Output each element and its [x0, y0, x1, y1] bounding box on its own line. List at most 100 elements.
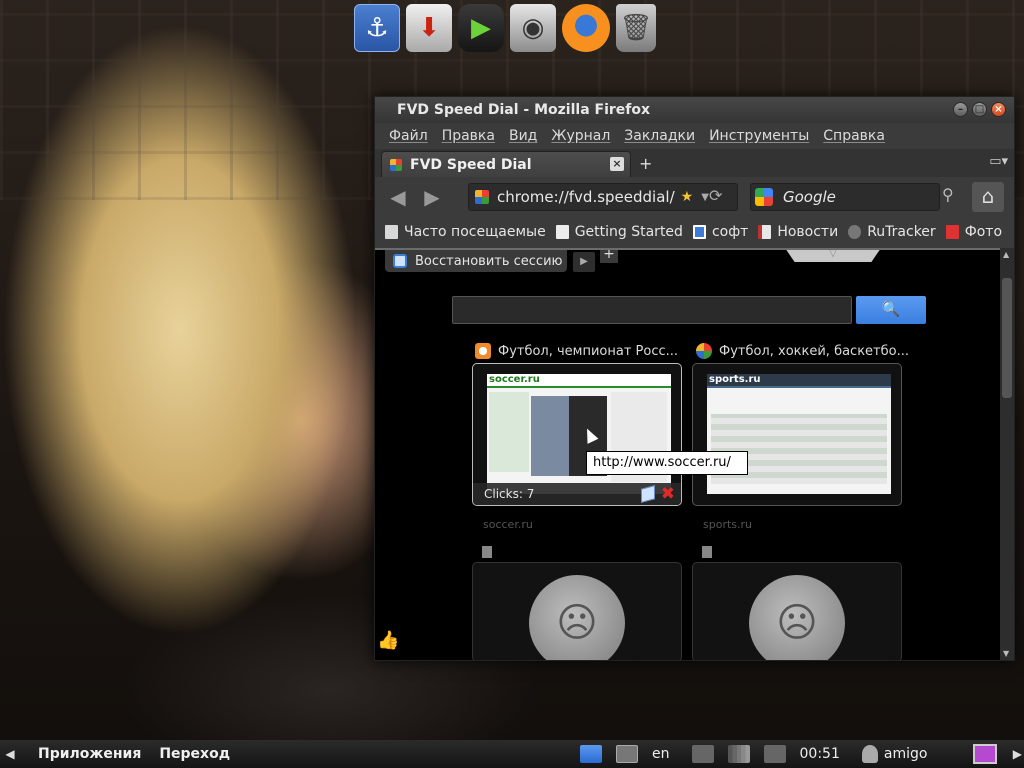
play-icon[interactable]: ▶: [458, 4, 504, 52]
mail-icon[interactable]: [691, 745, 714, 763]
speeddial-search-input[interactable]: [452, 296, 852, 324]
search-bar[interactable]: Google: [750, 183, 940, 211]
menu-history[interactable]: Журнал: [551, 128, 610, 144]
google-engine-icon[interactable]: [755, 188, 773, 206]
goto-menu[interactable]: Переход: [159, 746, 230, 762]
monitor-icon[interactable]: [973, 744, 998, 764]
empty-dial-4[interactable]: ☹: [692, 562, 902, 660]
panel-right-arrow-icon[interactable]: ▶: [1007, 743, 1024, 765]
scroll-thumb[interactable]: [1002, 278, 1012, 398]
window-title: FVD Speed Dial - Mozilla Firefox: [397, 102, 651, 118]
bookmark-soft[interactable]: софт: [692, 224, 748, 240]
dial-url-1: soccer.ru: [483, 518, 533, 531]
speed-dial-page: Восстановить сессию ▶ + ▽ 🔍 Футбол, чемп…: [375, 248, 1000, 660]
dial-title-1[interactable]: Футбол, чемпионат Росс...: [475, 343, 678, 359]
bookmark-label: RuTracker: [867, 224, 936, 240]
forward-button[interactable]: ▶: [415, 183, 449, 211]
reload-icon[interactable]: ⟳: [709, 186, 722, 205]
trash-icon[interactable]: 🗑: [616, 4, 656, 52]
restore-session-button[interactable]: Восстановить сессию: [385, 250, 567, 272]
rutracker-icon: [848, 225, 862, 239]
dial-title-2[interactable]: Футбол, хоккей, баскетбо...: [696, 343, 909, 359]
keyboard-icon[interactable]: [616, 745, 638, 763]
volume-icon[interactable]: [763, 745, 786, 763]
title-bar[interactable]: FVD Speed Dial - Mozilla Firefox – □ ×: [375, 97, 1014, 123]
clock[interactable]: 00:51: [800, 746, 840, 762]
news-icon: [758, 225, 772, 239]
menu-help[interactable]: Справка: [823, 128, 885, 144]
empty-dial-3[interactable]: ☹: [472, 562, 682, 660]
delete-icon[interactable]: ✖: [661, 486, 675, 503]
network-icon[interactable]: [727, 745, 750, 763]
top-panel-toggle[interactable]: ▽: [785, 250, 881, 262]
bookmark-label: Часто посещаемые: [404, 224, 546, 240]
sad-face-icon: ☹: [749, 575, 845, 660]
tab-close-icon[interactable]: ×: [610, 157, 624, 171]
bookmark-rutracker[interactable]: RuTracker: [848, 224, 936, 240]
window-controls: – □ ×: [953, 102, 1006, 117]
file-manager-icon[interactable]: [580, 745, 602, 763]
bookmark-label: Новости: [777, 224, 839, 240]
dial-sports[interactable]: sports.ru: [692, 363, 902, 506]
soft-site-icon: [692, 225, 706, 239]
minimize-button[interactable]: –: [953, 102, 968, 117]
bookmarks-toolbar: Часто посещаемые Getting Started софт Но…: [375, 217, 1014, 247]
panel-left-arrow-icon[interactable]: ◀: [0, 743, 20, 765]
search-placeholder: Google: [783, 188, 836, 206]
menu-bookmarks[interactable]: Закладки: [624, 128, 695, 144]
url-bar[interactable]: chrome://fvd.speeddial/ ★ ▼: [468, 183, 738, 211]
tab-speed-dial[interactable]: FVD Speed Dial ×: [381, 151, 631, 177]
user-icon: [861, 745, 878, 763]
tab-list-button[interactable]: ▭▾: [989, 154, 1008, 169]
add-dial-button[interactable]: +: [600, 250, 618, 263]
tab-bar: FVD Speed Dial × + ▭▾: [375, 149, 1014, 177]
menu-bar: Файл Правка Вид Журнал Закладки Инструме…: [375, 123, 1014, 149]
page-scrollbar[interactable]: ▲ ▼: [1000, 248, 1014, 660]
url-dropdown-icon[interactable]: ▼: [701, 192, 709, 203]
download-icon[interactable]: ⬇: [406, 4, 452, 52]
folder-icon: [385, 225, 398, 239]
speeddial-favicon-icon: [390, 158, 402, 171]
keyboard-layout[interactable]: en: [652, 746, 670, 762]
bookmark-news[interactable]: Новости: [758, 224, 838, 240]
thumbs-up-icon[interactable]: 👍: [377, 630, 399, 651]
sports-thumbnail: sports.ru: [707, 374, 891, 494]
soccer-thumbnail: soccer.ru: [487, 374, 671, 494]
scroll-down-icon[interactable]: ▼: [1003, 649, 1009, 658]
back-button[interactable]: ◀: [381, 183, 415, 211]
bookmark-label: Фото: [964, 224, 1003, 240]
anchor-icon[interactable]: ⚓: [354, 4, 400, 52]
speeddial-search-button[interactable]: 🔍: [856, 296, 926, 324]
firefox-icon[interactable]: [562, 4, 610, 52]
menu-view[interactable]: Вид: [509, 128, 537, 144]
search-icon[interactable]: ⚲: [942, 185, 954, 204]
close-button[interactable]: ×: [991, 102, 1006, 117]
blank-page-icon: [702, 546, 712, 558]
dial-title-text: Футбол, хоккей, баскетбо...: [719, 343, 909, 359]
camera-icon[interactable]: ◉: [510, 4, 556, 52]
firefox-window: FVD Speed Dial - Mozilla Firefox – □ × Ф…: [374, 96, 1015, 661]
menu-file[interactable]: Файл: [389, 128, 428, 144]
maximize-button[interactable]: □: [972, 102, 987, 117]
menu-tools[interactable]: Инструменты: [709, 128, 809, 144]
bookmark-star-icon[interactable]: ★: [681, 189, 694, 205]
bookmark-getting-started[interactable]: Getting Started: [555, 224, 683, 240]
bookmark-label: Getting Started: [574, 224, 683, 240]
sports-logo: sports.ru: [707, 374, 891, 388]
new-tab-button[interactable]: +: [639, 154, 652, 173]
page-icon: [555, 225, 569, 239]
applications-menu[interactable]: Приложения: [38, 746, 141, 762]
scroll-up-icon[interactable]: ▲: [1003, 250, 1009, 259]
bookmark-most-visited[interactable]: Часто посещаемые: [385, 224, 546, 240]
user-name[interactable]: amigo: [884, 746, 928, 762]
home-button[interactable]: ⌂: [972, 182, 1004, 212]
collapse-arrow-icon[interactable]: ▶: [573, 252, 595, 272]
dial-soccer[interactable]: soccer.ru Clicks: 7 ✖: [472, 363, 682, 506]
tab-title: FVD Speed Dial: [410, 156, 532, 173]
soccer-sidebar: [489, 392, 529, 472]
menu-edit[interactable]: Правка: [442, 128, 495, 144]
blank-page-icon: [482, 546, 492, 558]
bookmark-foto[interactable]: Фото: [945, 224, 1003, 240]
soccer-favicon-icon: [475, 343, 491, 359]
system-tray: en 00:51 amigo ▶: [580, 740, 1024, 768]
